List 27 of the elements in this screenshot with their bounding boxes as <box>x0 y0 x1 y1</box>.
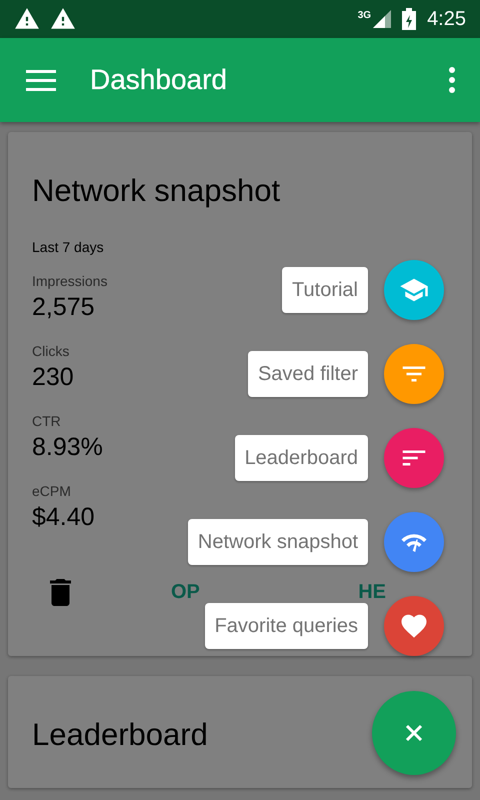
warning-icon <box>14 6 40 32</box>
period-label: Last 7 days <box>32 238 105 256</box>
close-icon <box>405 724 423 742</box>
card-title: Leaderboard <box>32 716 208 754</box>
fab-label[interactable]: Tutorial <box>282 267 368 313</box>
card-title: Network snapshot <box>32 172 280 210</box>
app-title: Dashboard <box>90 64 228 96</box>
fab-label[interactable]: Network snapshot <box>188 519 368 565</box>
metric-label: Clicks <box>32 342 70 360</box>
metric-label: Impressions <box>32 272 108 290</box>
battery-charging-icon <box>401 8 418 30</box>
warning-icon <box>50 6 76 32</box>
metric-value: $4.40 <box>32 502 95 532</box>
delete-button[interactable] <box>50 578 71 606</box>
signal-icon <box>373 10 392 28</box>
clock-time: 4:25 <box>427 8 466 30</box>
fab-label[interactable]: Saved filter <box>248 351 368 397</box>
metric-label: eCPM <box>32 482 71 500</box>
metric-value: 8.93% <box>32 432 103 462</box>
metric-value: 2,575 <box>32 292 95 322</box>
fab-label[interactable]: Favorite queries <box>204 603 368 649</box>
more-options-button[interactable] <box>448 67 456 93</box>
menu-button[interactable] <box>26 70 56 90</box>
metric-value: 230 <box>32 362 74 392</box>
fab-label[interactable]: Leaderboard <box>234 435 368 481</box>
network-type: 3G <box>358 10 372 21</box>
metric-label: CTR <box>32 412 61 430</box>
